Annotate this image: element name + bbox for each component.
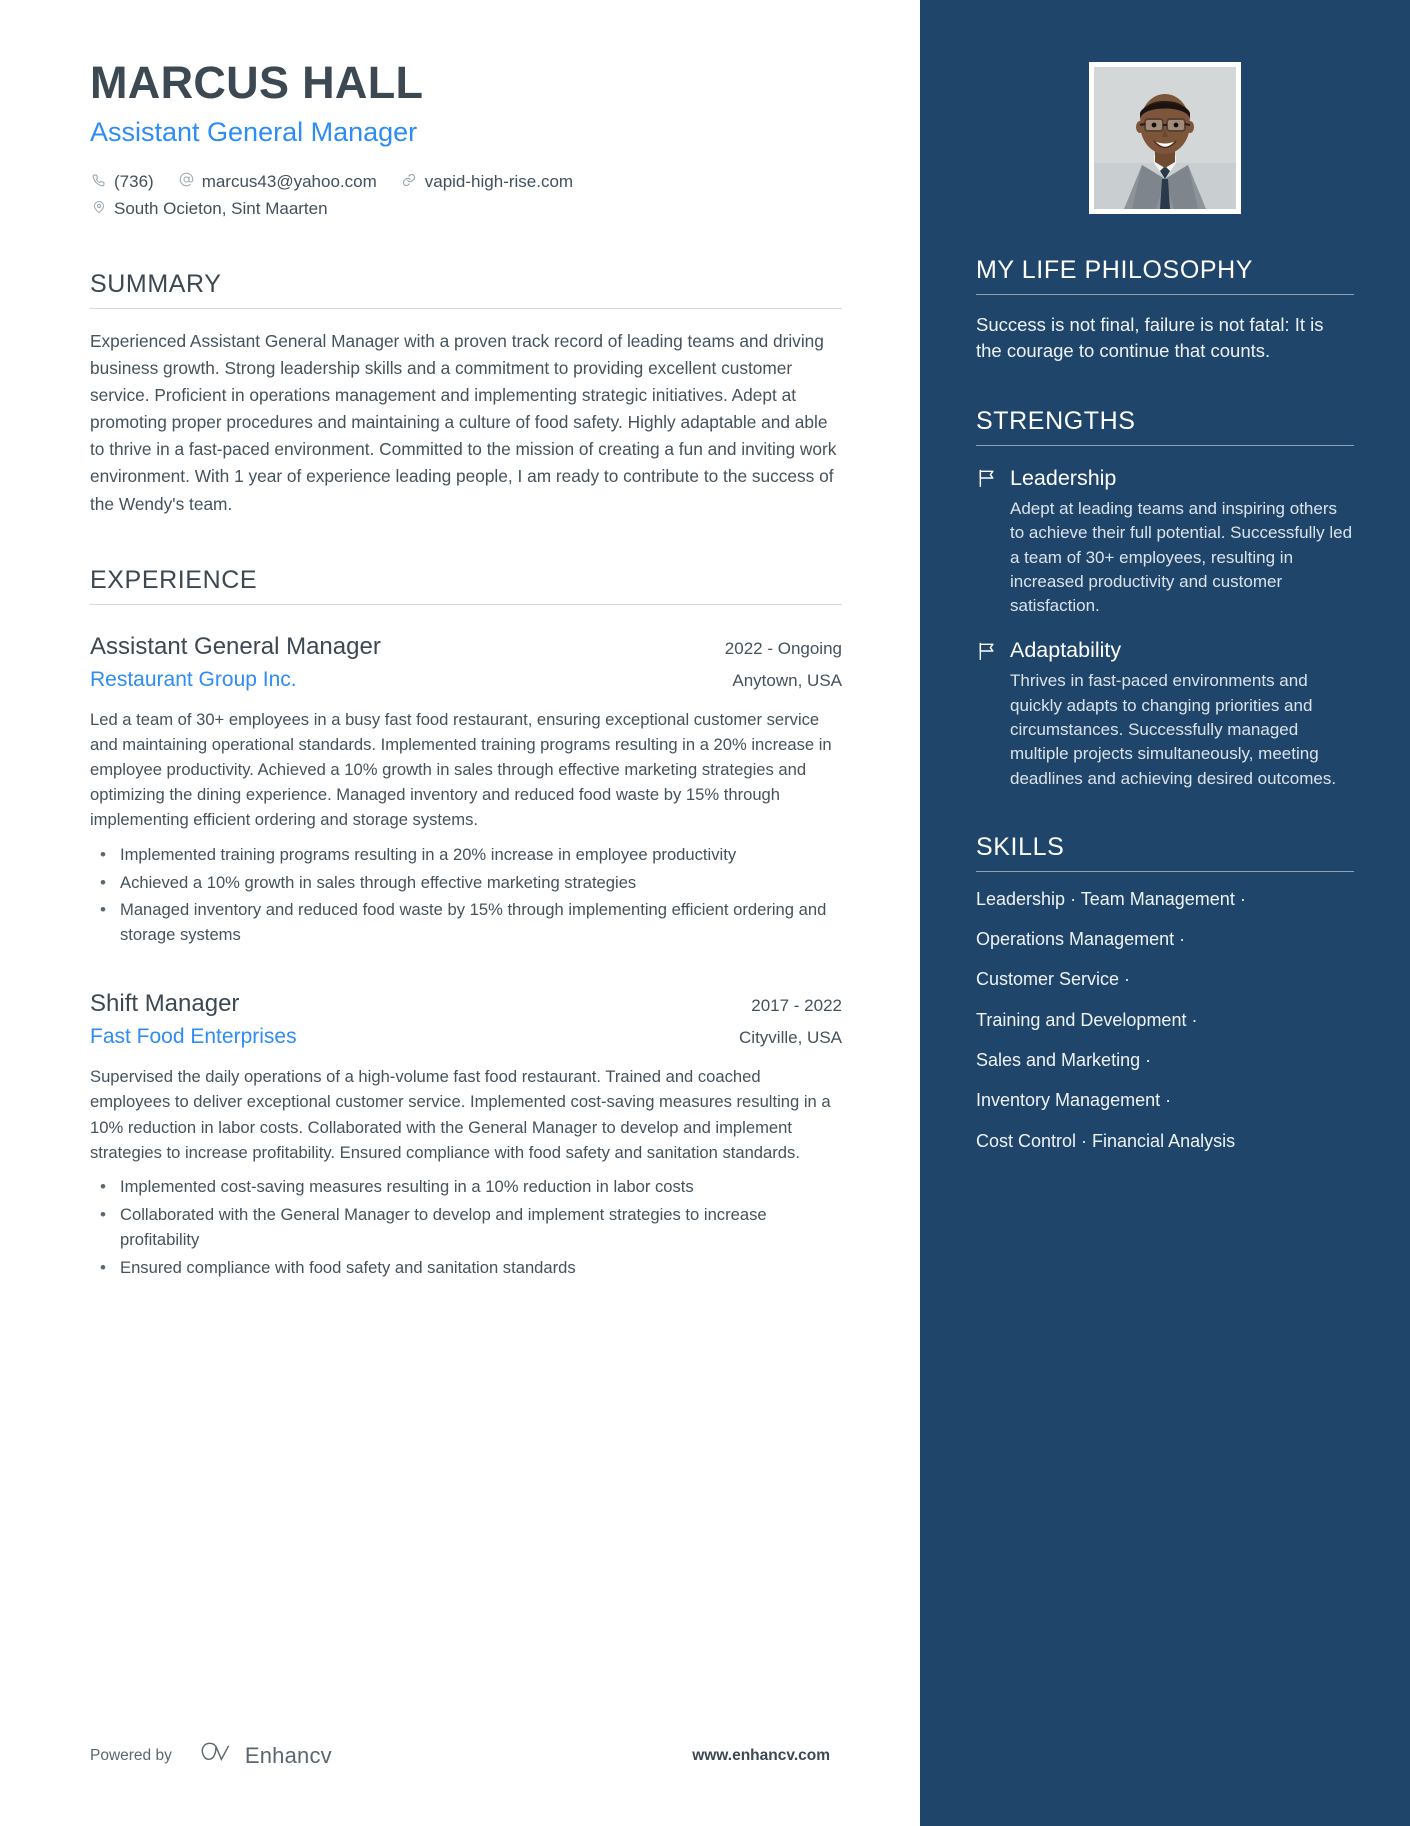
strength-description: Thrives in fast-paced environments and q… [1010,671,1337,788]
contact-location-text: South Ocieton, Sint Maarten [114,198,328,218]
job-bullets: Implemented training programs resulting … [90,842,842,949]
skills-section: SKILLS Leadership · Team Management · Op… [976,833,1354,1153]
job-title: Assistant General Manager [90,632,381,660]
job-dates: 2017 - 2022 [751,996,842,1016]
job-header: Shift Manager 2017 - 2022 [90,990,842,1018]
contact-row-primary: (736) marcus43@yahoo.com vapid-high-rise… [90,169,842,195]
job-bullets: Implemented cost-saving measures resulti… [90,1174,842,1281]
skill-line: Sales and Marketing · [976,1050,1152,1071]
experience-section: EXPERIENCE Assistant General Manager 202… [90,566,842,1281]
experience-heading: EXPERIENCE [90,565,258,594]
job-dates: 2022 - Ongoing [724,638,842,658]
skill-line: Training and Development · [976,1009,1198,1030]
contact-phone-text: (736) [114,172,154,192]
strength-header: Adaptability [976,638,1354,663]
strength-header: Leadership [976,466,1354,491]
experience-divider [90,603,842,605]
list-item: Implemented training programs resulting … [90,842,842,868]
job-company[interactable]: Restaurant Group Inc. [90,668,297,692]
strengths-section: STRENGTHS Leadership Adept at leading te… [976,407,1354,791]
skills-divider [976,870,1354,872]
skill-line: Customer Service · [976,969,1131,990]
job-location: Anytown, USA [732,670,842,690]
candidate-name: MARCUS HALL [90,57,424,108]
list-item: Ensured compliance with food safety and … [90,1255,842,1281]
strengths-divider [976,444,1354,446]
main-content-column: MARCUS HALL Assistant General Manager (7… [0,0,920,1826]
sidebar: MY LIFE PHILOSOPHY Success is not final,… [920,0,1410,1826]
page-footer: Powered by Enhancv www.enhancv.com [90,1741,830,1770]
job-description: Supervised the daily operations of a hig… [90,1067,831,1162]
phone-icon [90,171,107,194]
summary-heading: SUMMARY [90,270,222,299]
powered-by-block: Powered by Enhancv [90,1741,332,1770]
strength-description: Adept at leading teams and inspiring oth… [1010,498,1353,616]
job-company[interactable]: Fast Food Enterprises [90,1025,297,1049]
resume-page: MARCUS HALL Assistant General Manager (7… [0,0,1410,1826]
skill-line: Operations Management · [976,929,1186,950]
job-subheader: Fast Food Enterprises Cityville, USA [90,1025,842,1049]
list-item: Managed inventory and reduced food waste… [90,897,842,948]
avatar [1089,62,1241,214]
job-title: Shift Manager [90,990,240,1018]
candidate-role: Assistant General Manager [90,117,418,148]
job-description: Led a team of 30+ employees in a busy fa… [90,709,832,830]
strengths-heading: STRENGTHS [976,406,1136,435]
philosophy-heading: MY LIFE PHILOSOPHY [976,256,1254,284]
summary-text: Experienced Assistant General Manager wi… [90,331,837,514]
philosophy-text: Success is not final, failure is not fat… [976,314,1324,362]
enhancv-brand-name: Enhancv [244,1742,332,1768]
contact-location: South Ocieton, Sint Maarten [90,196,328,222]
job-location: Cityville, USA [739,1028,842,1048]
summary-section: SUMMARY Experienced Assistant General Ma… [90,270,842,517]
experience-entry: Assistant General Manager 2022 - Ongoing… [90,633,842,949]
contact-phone[interactable]: (736) [90,169,154,195]
flag-icon [976,468,998,488]
skill-line: Leadership · Team Management · [976,888,1246,909]
philosophy-divider [976,294,1354,295]
enhancv-brand[interactable]: Enhancv [198,1741,332,1770]
contact-row-location: South Ocieton, Sint Maarten [90,196,842,222]
list-item: Achieved a 10% growth in sales through e… [90,870,842,896]
at-icon [178,171,195,194]
contact-website-text: vapid-high-rise.com [424,172,574,192]
strength-item: Adaptability Thrives in fast-paced envir… [976,638,1354,790]
link-icon [401,171,418,194]
contact-info: (736) marcus43@yahoo.com vapid-high-rise… [90,169,842,222]
powered-by-label: Powered by [90,1746,172,1764]
strength-item: Leadership Adept at leading teams and in… [976,466,1354,618]
summary-divider [90,308,842,310]
list-item: Collaborated with the General Manager to… [90,1202,842,1253]
contact-email[interactable]: marcus43@yahoo.com [178,169,377,195]
job-subheader: Restaurant Group Inc. Anytown, USA [90,668,842,692]
job-header: Assistant General Manager 2022 - Ongoing [90,633,842,661]
philosophy-section: MY LIFE PHILOSOPHY Success is not final,… [976,256,1354,365]
enhancv-logo-icon [198,1741,234,1770]
contact-email-text: marcus43@yahoo.com [201,172,377,192]
skill-line: Inventory Management · [976,1090,1172,1111]
skills-list: Leadership · Team Management · Operation… [976,887,1354,1153]
list-item: Implemented cost-saving measures resulti… [90,1174,842,1200]
map-pin-icon [90,198,107,221]
experience-entry: Shift Manager 2017 - 2022 Fast Food Ente… [90,990,842,1280]
flag-icon [976,641,998,661]
skill-line: Cost Control · Financial Analysis [976,1130,1236,1151]
footer-url[interactable]: www.enhancv.com [692,1747,830,1765]
contact-website[interactable]: vapid-high-rise.com [401,169,573,195]
avatar-wrapper [976,62,1354,214]
strength-name: Adaptability [1010,638,1122,663]
strength-name: Leadership [1010,465,1117,490]
skills-heading: SKILLS [976,832,1065,861]
